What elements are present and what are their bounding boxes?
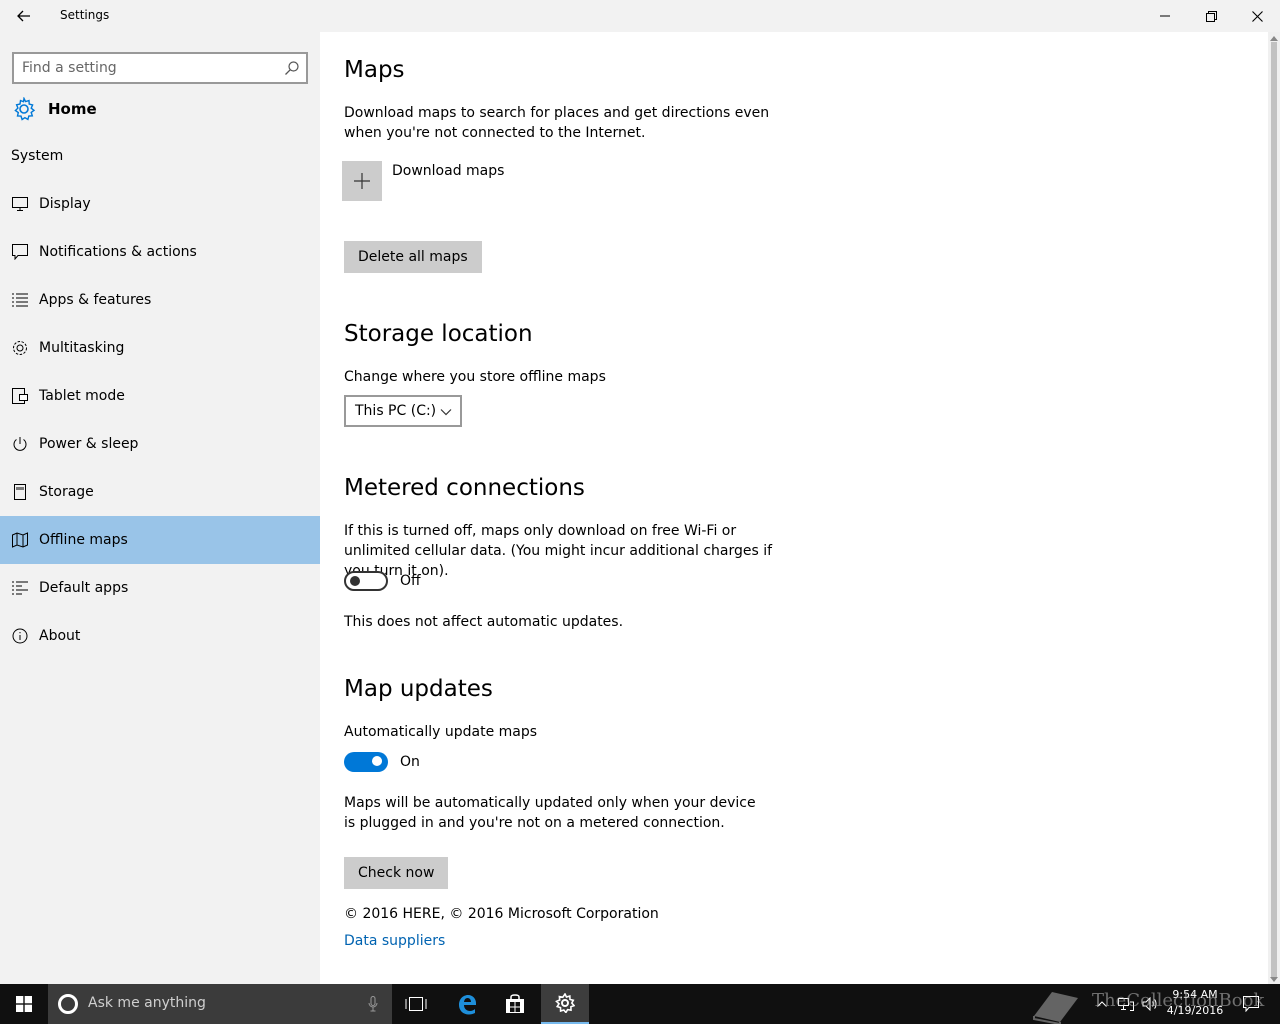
sidebar-item-label: Storage bbox=[39, 484, 94, 500]
tablet-icon bbox=[12, 388, 28, 404]
gear-icon bbox=[14, 97, 36, 121]
section-label-system: System bbox=[11, 148, 64, 164]
sidebar-item-display[interactable]: Display bbox=[0, 180, 320, 228]
book-icon bbox=[1033, 992, 1078, 1024]
restore-icon bbox=[1205, 10, 1217, 22]
notification-icon bbox=[12, 244, 28, 260]
store-icon bbox=[506, 994, 524, 1013]
window-title: Settings bbox=[60, 8, 110, 22]
list-icon bbox=[12, 292, 28, 308]
map-icon bbox=[12, 532, 28, 548]
sidebar-item-storage[interactable]: Storage bbox=[0, 468, 320, 516]
sidebar-item-about[interactable]: About bbox=[0, 612, 320, 660]
map-updates-heading: Map updates bbox=[344, 676, 493, 702]
maps-heading: Maps bbox=[344, 57, 405, 83]
task-view-icon bbox=[405, 997, 427, 1011]
metered-connections-description: If this is turned off, maps only downloa… bbox=[344, 523, 773, 579]
map-updates-description: Automatically update maps bbox=[344, 724, 538, 740]
sidebar-item-label: Default apps bbox=[39, 580, 129, 596]
sidebar-item-tablet-mode[interactable]: Tablet mode bbox=[0, 372, 320, 420]
sidebar-item-label: Apps & features bbox=[39, 292, 152, 308]
sidebar-item-power[interactable]: Power & sleep bbox=[0, 420, 320, 468]
cortana-icon bbox=[58, 994, 78, 1014]
cortana-search-placeholder: Ask me anything bbox=[88, 995, 206, 1011]
sidebar-item-default-apps[interactable]: Default apps bbox=[0, 564, 320, 612]
taskbar-edge-button[interactable] bbox=[443, 984, 491, 1024]
back-arrow-icon bbox=[17, 10, 30, 22]
metered-connections-toggle[interactable] bbox=[344, 571, 388, 591]
watermark: TheCollectionBook bbox=[1030, 988, 1280, 1024]
multitasking-icon bbox=[12, 340, 28, 356]
start-button[interactable] bbox=[0, 984, 48, 1024]
cortana-search-box[interactable]: Ask me anything bbox=[48, 984, 392, 1024]
toggle-knob bbox=[350, 576, 360, 586]
sidebar-item-label: Power & sleep bbox=[39, 436, 139, 452]
vertical-scrollbar[interactable] bbox=[1268, 32, 1280, 984]
edge-icon bbox=[459, 995, 476, 1015]
default-apps-icon bbox=[12, 580, 28, 596]
metered-toggle-state: Off bbox=[400, 573, 421, 589]
scroll-up-icon[interactable] bbox=[1270, 36, 1278, 41]
check-now-button[interactable]: Check now bbox=[344, 857, 449, 889]
metered-connections-heading: Metered connections bbox=[344, 475, 585, 501]
storage-location-value: This PC (C:) bbox=[355, 403, 437, 419]
sidebar-item-label: Offline maps bbox=[39, 532, 128, 548]
home-link[interactable]: Home bbox=[12, 96, 97, 122]
sidebar-item-label: Display bbox=[39, 196, 91, 212]
title-bar: Settings bbox=[0, 0, 1280, 32]
copyright-text: © 2016 HERE, © 2016 Microsoft Corporatio… bbox=[344, 906, 659, 922]
back-button[interactable] bbox=[10, 4, 38, 28]
storage-location-heading: Storage location bbox=[344, 321, 533, 347]
microphone-icon[interactable] bbox=[368, 996, 378, 1012]
sidebar: Home System Display Notifications & acti… bbox=[0, 32, 320, 984]
sidebar-item-label: Multitasking bbox=[39, 340, 125, 356]
search-box[interactable] bbox=[12, 52, 308, 84]
map-updates-note: Maps will be automatically updated only … bbox=[344, 795, 756, 831]
sidebar-item-apps[interactable]: Apps & features bbox=[0, 276, 320, 324]
toggle-knob bbox=[372, 756, 382, 766]
minimize-icon bbox=[1160, 15, 1170, 17]
scroll-down-icon[interactable] bbox=[1270, 977, 1278, 982]
close-button[interactable] bbox=[1234, 0, 1280, 32]
storage-location-description: Change where you store offline maps bbox=[344, 369, 606, 385]
main-content: Maps Download maps to search for places … bbox=[320, 32, 1268, 984]
auto-update-toggle[interactable] bbox=[344, 752, 388, 772]
storage-icon bbox=[12, 484, 28, 500]
scrollbar-thumb[interactable] bbox=[1271, 42, 1277, 977]
download-maps-label[interactable]: Download maps bbox=[392, 163, 504, 179]
download-maps-button[interactable] bbox=[342, 161, 382, 201]
minimize-button[interactable] bbox=[1142, 0, 1188, 32]
sidebar-item-notifications[interactable]: Notifications & actions bbox=[0, 228, 320, 276]
sidebar-item-label: Tablet mode bbox=[39, 388, 125, 404]
info-icon bbox=[12, 628, 28, 644]
search-icon[interactable] bbox=[284, 60, 300, 76]
search-input[interactable] bbox=[22, 58, 272, 78]
storage-location-dropdown[interactable]: This PC (C:) bbox=[344, 395, 462, 427]
sidebar-item-offline-maps[interactable]: Offline maps bbox=[0, 516, 320, 564]
watermark-text: TheCollectionBook bbox=[1092, 990, 1265, 1011]
close-icon bbox=[1251, 10, 1263, 22]
taskbar-store-button[interactable] bbox=[491, 984, 539, 1024]
chevron-down-icon bbox=[440, 409, 452, 416]
auto-update-toggle-state: On bbox=[400, 754, 420, 770]
taskbar-settings-button[interactable] bbox=[541, 984, 589, 1024]
power-icon bbox=[12, 436, 28, 452]
sidebar-item-label: Notifications & actions bbox=[39, 244, 197, 260]
maps-description: Download maps to search for places and g… bbox=[344, 105, 770, 141]
settings-gear-icon bbox=[555, 993, 575, 1013]
task-view-button[interactable] bbox=[392, 984, 440, 1024]
home-label: Home bbox=[48, 100, 97, 118]
sidebar-item-multitasking[interactable]: Multitasking bbox=[0, 324, 320, 372]
monitor-icon bbox=[12, 196, 28, 212]
sidebar-item-label: About bbox=[39, 628, 81, 644]
restore-button[interactable] bbox=[1188, 0, 1234, 32]
delete-all-maps-button[interactable]: Delete all maps bbox=[344, 241, 482, 273]
plus-icon bbox=[354, 173, 370, 189]
windows-logo-icon bbox=[16, 996, 32, 1012]
data-suppliers-link[interactable]: Data suppliers bbox=[344, 933, 445, 949]
metered-note: This does not affect automatic updates. bbox=[344, 614, 624, 630]
